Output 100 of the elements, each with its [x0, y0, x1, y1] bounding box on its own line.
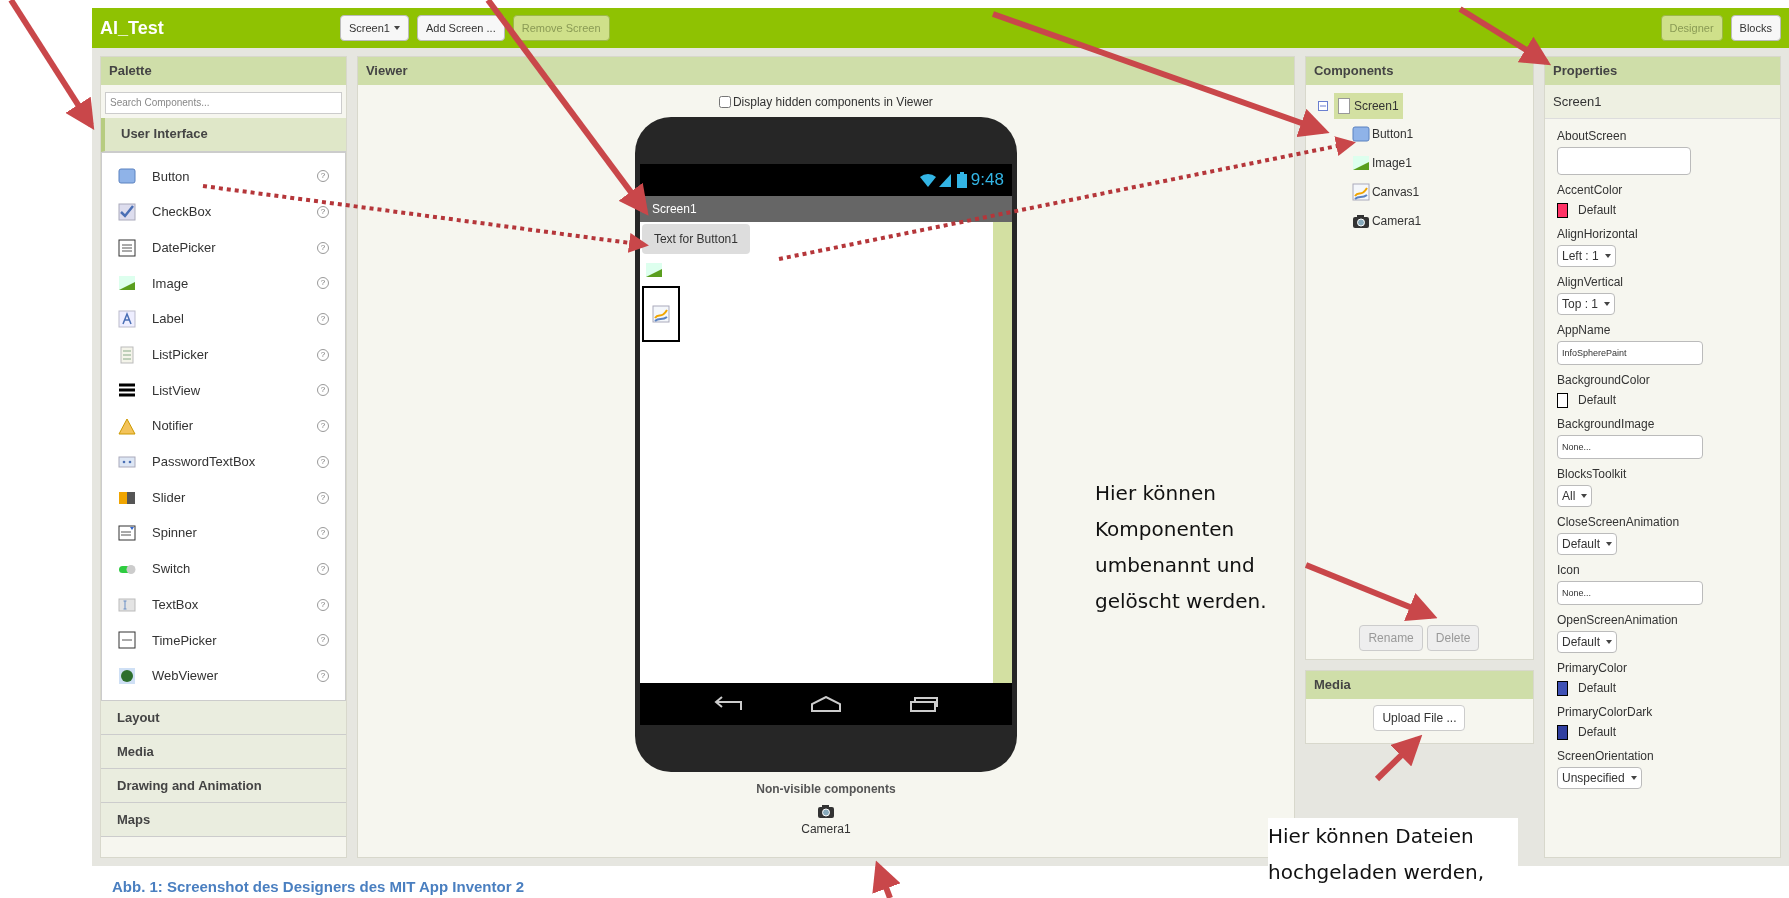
property-dropdown[interactable]: Unspecified: [1557, 767, 1642, 789]
palette-item[interactable]: WebViewer ?: [102, 658, 345, 694]
tree-item[interactable]: Screen1: [1333, 93, 1403, 119]
status-time: 9:48: [970, 169, 1004, 192]
palette-item[interactable]: TimePicker ?: [102, 622, 345, 659]
view-tab[interactable]: Blocks: [1730, 15, 1781, 41]
caret-icon: [1606, 542, 1613, 546]
palette-item[interactable]: PasswordTextBox ?: [102, 444, 345, 480]
back-icon[interactable]: [713, 696, 744, 712]
palette-item[interactable]: Switch ?: [102, 551, 345, 587]
property-dropdown[interactable]: Left : 1: [1557, 245, 1616, 267]
category-header[interactable]: Drawing and Animation: [101, 768, 346, 803]
property-dropdown[interactable]: All: [1557, 485, 1593, 507]
property-name: OpenScreenAnimation: [1557, 612, 1679, 629]
annotation-arrow: [872, 860, 901, 898]
property-name: PrimaryColorDark: [1557, 704, 1654, 721]
component-name: ListPicker: [152, 346, 210, 365]
preview-button[interactable]: Text for Button1: [641, 224, 750, 254]
listview-icon: [118, 381, 136, 400]
camera-icon: [816, 802, 835, 820]
property-name: AppName: [1557, 322, 1612, 339]
palette-item[interactable]: Slider ?: [102, 479, 345, 516]
checkbox[interactable]: [718, 96, 731, 108]
caret-icon: [1604, 254, 1611, 258]
color-swatch[interactable]: [1557, 680, 1568, 696]
tree-label: Screen1: [1353, 98, 1399, 115]
preview-canvas[interactable]: [641, 286, 680, 342]
caret-icon: [1604, 302, 1611, 306]
caret-icon: [1630, 776, 1637, 780]
palette-item[interactable]: ListPicker ?: [102, 336, 345, 373]
tree-item[interactable]: Button1: [1351, 119, 1521, 148]
collapse-icon[interactable]: [1317, 101, 1328, 111]
component-name: CheckBox: [152, 203, 213, 222]
caret-icon: [394, 26, 400, 30]
button-component-icon: [118, 167, 136, 186]
palette-item[interactable]: Label ?: [102, 301, 345, 337]
figure-caption: Abb. 1: Screenshot des Designers des MIT App Inventor 2: [112, 877, 525, 897]
text-field[interactable]: None...: [1557, 581, 1703, 605]
palette-item[interactable]: ListView ?: [102, 372, 345, 409]
category-header[interactable]: Maps: [101, 802, 346, 837]
palette-item[interactable]: Button ?: [102, 158, 345, 195]
property-dropdown[interactable]: Default: [1557, 631, 1618, 653]
tree-label: Camera1: [1371, 212, 1422, 230]
palette-item[interactable]: Notifier ?: [102, 408, 345, 444]
home-icon[interactable]: [809, 696, 842, 712]
property-dropdown[interactable]: Default: [1557, 533, 1618, 555]
color-swatch[interactable]: [1557, 724, 1568, 740]
list-icon: [118, 345, 136, 364]
category-header[interactable]: User Interface: [101, 117, 346, 152]
caret-icon: [1581, 494, 1588, 498]
image-icon: [1351, 153, 1370, 172]
tree-item[interactable]: Canvas1: [1351, 177, 1521, 206]
property-name: AlignHorizontal: [1557, 226, 1639, 243]
text-field[interactable]: InfoSpherePaint: [1557, 341, 1703, 365]
screen-button[interactable]: Add Screen ...: [417, 15, 505, 41]
property-dropdown[interactable]: Top : 1: [1557, 293, 1616, 315]
property-name: CloseScreenAnimation: [1557, 514, 1681, 531]
palette-item[interactable]: CheckBox ?: [102, 194, 345, 230]
canvas-icon: [651, 305, 670, 323]
palette-item[interactable]: TextBox ?: [102, 586, 345, 623]
property-name: ScreenOrientation: [1557, 748, 1655, 765]
project-title: AI_Test: [100, 16, 165, 40]
category-header[interactable]: Layout: [101, 700, 346, 735]
battery-icon: [956, 172, 967, 188]
image-icon: [118, 274, 136, 293]
property-name: AlignVertical: [1557, 274, 1625, 291]
canvas-icon: [1351, 182, 1370, 201]
property-name: BackgroundImage: [1557, 416, 1656, 433]
component-name: Button: [152, 167, 191, 186]
component-name: PasswordTextBox: [152, 453, 257, 472]
component-name: Camera1: [801, 821, 851, 838]
component-name: WebViewer: [152, 667, 219, 686]
tree-item[interactable]: Image1: [1351, 148, 1521, 177]
color-swatch[interactable]: [1557, 392, 1568, 408]
category-header[interactable]: Media: [101, 734, 346, 769]
warning-icon: [118, 417, 136, 436]
spinner-icon: [118, 524, 136, 543]
tree-label: Canvas1: [1371, 183, 1420, 201]
screen-title-bar: Screen1: [639, 196, 1012, 222]
text-field[interactable]: None...: [1557, 435, 1703, 459]
color-swatch[interactable]: [1557, 202, 1568, 218]
palette-item[interactable]: Image ?: [102, 265, 345, 302]
tree-label: Button1: [1371, 125, 1414, 143]
screen-dropdown[interactable]: Screen1: [340, 15, 409, 41]
component-name: TextBox: [152, 595, 200, 614]
component-name: ListView: [152, 381, 202, 400]
upload-file-button[interactable]: Upload File ...: [1373, 705, 1466, 731]
image-icon: [644, 261, 663, 279]
panel-header: Media: [1305, 671, 1533, 699]
palette-item[interactable]: Spinner ?: [102, 515, 345, 552]
component-name: Label: [152, 310, 185, 329]
search-field[interactable]: Search Components...: [105, 91, 342, 114]
recent-apps-icon[interactable]: [908, 696, 939, 712]
checkbox-icon: [118, 203, 136, 222]
tree-item[interactable]: Camera1: [1351, 206, 1521, 235]
property-name: AboutScreen: [1557, 128, 1628, 145]
property-name: PrimaryColor: [1557, 660, 1628, 677]
caret-icon: [1606, 640, 1613, 644]
palette-item[interactable]: DatePicker ?: [102, 229, 345, 266]
component-name: Image: [152, 274, 190, 293]
